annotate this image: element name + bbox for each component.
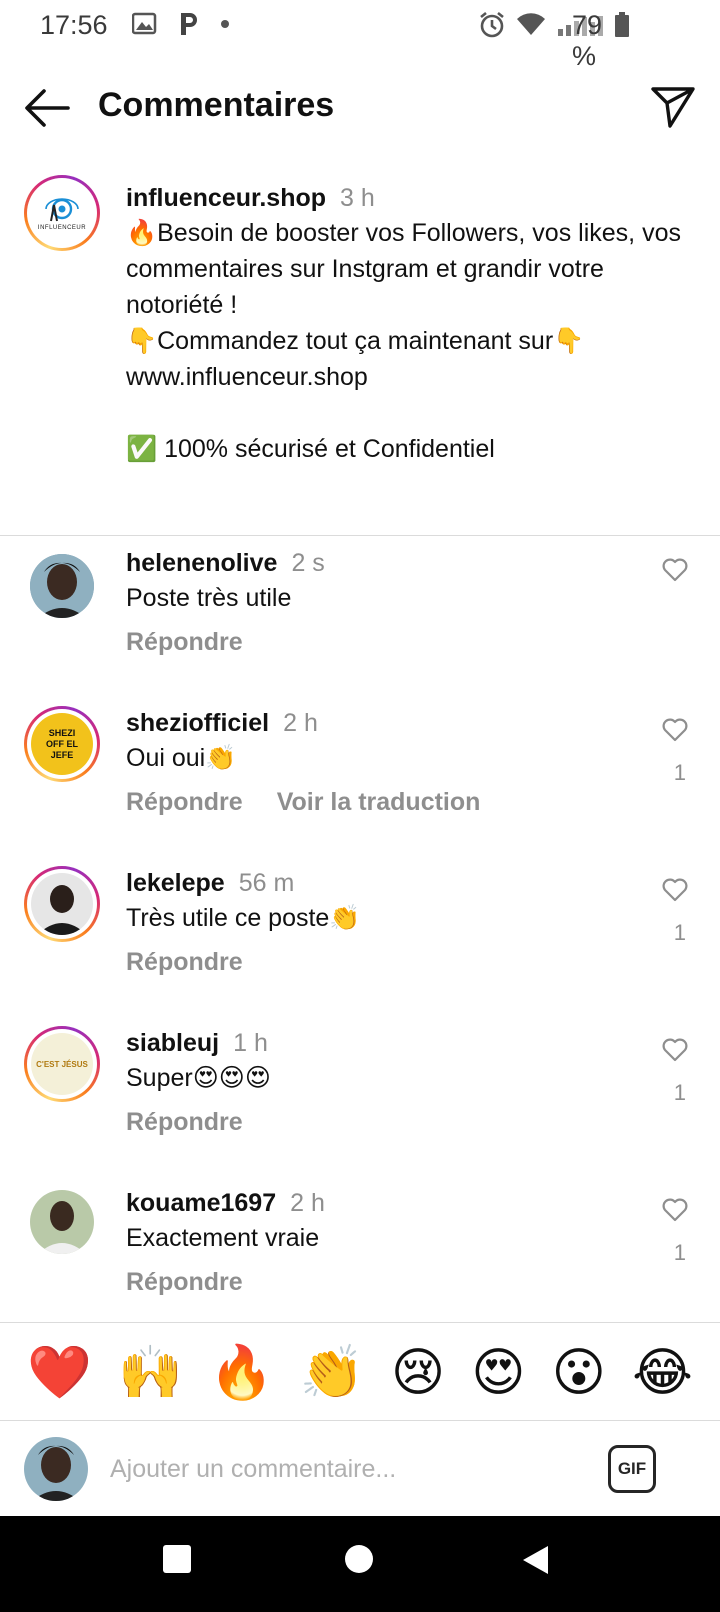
comment-username[interactable]: siableuj	[126, 1029, 219, 1057]
comment-time: 2 h	[283, 709, 318, 737]
emoji-heart-button[interactable]: ❤️	[27, 1347, 92, 1399]
emoji-heart-eyes-button[interactable]: 😍	[471, 1347, 525, 1399]
comment-item: C'EST JÉSUS siableuj 1 h Super😍😍😍 Répondr…	[0, 1026, 720, 1176]
comment-text: Poste très utile	[126, 584, 292, 612]
heart-icon[interactable]	[662, 718, 688, 742]
comment-username[interactable]: helenenolive	[126, 549, 277, 577]
comment-item: lekelepe 56 m Très utile ce poste👏 Répond…	[0, 866, 720, 1016]
emoji-raising-hands-button[interactable]: 🙌	[118, 1347, 183, 1399]
comments-list: helenenolive 2 s Poste très utile Répondr…	[0, 536, 720, 1322]
like-count: 1	[673, 920, 686, 945]
comment-text: Exactement vraie	[126, 1224, 320, 1252]
emoji-quick-bar: ❤️ 🙌 🔥 👏 😢 😍 😮 😂	[0, 1322, 720, 1422]
caption-username[interactable]: influenceur.shop	[126, 184, 326, 212]
avatar-logo-text: SHEZI OFF EL JEFE	[46, 727, 78, 760]
emoji-surprised-button[interactable]: 😮	[552, 1347, 606, 1399]
comment-time: 2 s	[291, 549, 325, 577]
alarm-icon	[480, 11, 504, 38]
send-icon[interactable]	[650, 84, 696, 130]
like-count: 1	[673, 1080, 686, 1105]
avatar	[24, 1437, 88, 1501]
comment-username[interactable]: sheziofficiel	[126, 709, 269, 737]
status-time: 17:56	[40, 10, 108, 40]
heart-icon[interactable]	[662, 1038, 688, 1062]
parking-notification-icon	[181, 13, 197, 35]
heart-icon[interactable]	[662, 878, 688, 902]
comment-item: helenenolive 2 s Poste très utile Répondr…	[0, 546, 720, 696]
avatar[interactable]: INFLUENCEUR	[24, 175, 100, 251]
user-photo-icon	[24, 1437, 88, 1501]
avatar[interactable]: SHEZI OFF EL JEFE	[24, 706, 100, 782]
dot-notification-icon	[221, 20, 229, 28]
back-nav-icon[interactable]	[520, 1544, 550, 1576]
reply-button[interactable]: Répondre	[126, 1108, 243, 1137]
reply-button[interactable]: Répondre	[126, 788, 243, 817]
avatar[interactable]	[30, 554, 94, 618]
app-header: Commentaires	[0, 70, 720, 150]
reply-button[interactable]: Répondre	[126, 628, 243, 657]
back-arrow-icon[interactable]	[22, 86, 72, 130]
gallery-notification-icon	[132, 12, 157, 35]
gif-button[interactable]: GIF	[608, 1445, 656, 1493]
like-count: 1	[673, 1240, 686, 1265]
emoji-clap-button[interactable]: 👏	[300, 1347, 365, 1399]
influenceur-logo-icon	[45, 198, 79, 222]
wifi-icon	[517, 13, 545, 35]
user-photo-icon	[30, 554, 94, 618]
avatar[interactable]	[24, 866, 100, 942]
comment-username[interactable]: lekelepe	[126, 869, 225, 897]
comment-text: Très utile ce poste👏	[126, 904, 361, 932]
heart-icon[interactable]	[662, 558, 688, 582]
avatar-logo-text: C'EST JÉSUS	[36, 1059, 88, 1069]
caption-text: 🔥Besoin de booster vos Followers, vos li…	[126, 219, 681, 463]
comment-item: SHEZI OFF EL JEFE sheziofficiel 2 h Oui o…	[0, 706, 720, 856]
comment-text: Super😍😍😍	[126, 1064, 271, 1092]
home-icon[interactable]	[344, 1544, 374, 1574]
comment-time: 1 h	[233, 1029, 268, 1057]
emoji-crying-button[interactable]: 😢	[391, 1347, 445, 1399]
avatar-logo-text: INFLUENCEUR	[37, 225, 87, 231]
avatar[interactable]: C'EST JÉSUS	[24, 1026, 100, 1102]
heart-icon[interactable]	[662, 1198, 688, 1222]
comment-time: 56 m	[238, 869, 295, 897]
system-nav-bar	[0, 1516, 720, 1612]
comment-time: 2 h	[290, 1189, 325, 1217]
reply-button[interactable]: Répondre	[126, 948, 243, 977]
user-photo-icon	[30, 1190, 94, 1254]
avatar[interactable]	[30, 1190, 94, 1254]
emoji-fire-button[interactable]: 🔥	[209, 1347, 274, 1399]
comment-composer: GIF	[0, 1420, 720, 1516]
battery-percent: 79 %	[572, 10, 603, 71]
emoji-laughing-button[interactable]: 😂	[632, 1347, 693, 1399]
recent-apps-icon[interactable]	[162, 1544, 192, 1574]
caption-time: 3 h	[340, 184, 375, 212]
page-title: Commentaires	[98, 86, 335, 124]
see-translation-button[interactable]: Voir la traduction	[277, 788, 481, 817]
comment-username[interactable]: kouame1697	[126, 1189, 276, 1217]
status-bar: 17:56 79 %	[0, 0, 720, 71]
reply-button[interactable]: Répondre	[126, 1268, 243, 1297]
user-photo-icon	[31, 873, 93, 935]
comment-item: kouame1697 2 h Exactement vraie Répondre …	[0, 1186, 720, 1322]
like-count: 1	[673, 760, 686, 785]
comment-input[interactable]	[110, 1445, 570, 1493]
comment-text: Oui oui👏	[126, 744, 237, 772]
